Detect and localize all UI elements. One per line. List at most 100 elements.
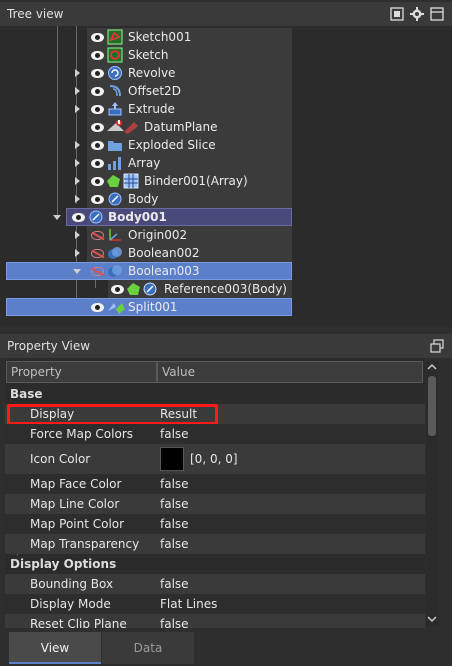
tree-item-revolve[interactable]: Revolve [0,64,292,82]
property-row-map-point-color[interactable]: Map Point Color false [5,514,425,534]
tree-item-sketch[interactable]: Sketch [0,46,292,64]
visibility-icon[interactable] [91,33,104,42]
collapse-arrow-icon[interactable] [53,215,61,220]
sketch-icon [107,29,123,45]
tree-item-label: Reference003(Body) [164,282,287,296]
boolean-icon [108,265,122,277]
property-value: [0, 0, 0] [190,452,238,466]
dock-toggle-icon[interactable] [390,7,404,21]
expand-arrow-icon[interactable] [75,159,80,167]
tree-item-label: Sketch [128,48,169,62]
tree-item-datumplane[interactable]: DatumPlane [0,118,292,136]
visibility-icon[interactable] [91,69,104,78]
collapse-arrow-icon[interactable] [73,269,81,274]
property-value[interactable]: false [160,477,189,491]
property-row-icon-color[interactable]: Icon Color [0, 0, 0] [5,444,425,474]
revolve-icon [108,66,122,80]
scroll-thumb[interactable] [428,376,436,436]
visibility-icon[interactable] [91,303,104,312]
visibility-icon[interactable] [91,159,104,168]
property-value[interactable]: Flat Lines [160,597,217,611]
property-value[interactable]: false [160,617,189,628]
property-scrollbar[interactable] [426,362,438,626]
property-row-map-face-color[interactable]: Map Face Color false [5,474,425,494]
tree-item-label: Offset2D [128,84,181,98]
tree-item-body001[interactable]: Body001 [0,208,292,226]
visibility-icon[interactable] [91,123,104,132]
property-name: Map Transparency [30,537,140,551]
hidden-visibility-icon[interactable] [91,249,104,258]
extrude-icon [108,102,122,116]
property-row-bounding-box[interactable]: Bounding Box false [5,574,425,594]
tree-item-offset2d[interactable]: Offset2D [0,82,292,100]
group-row-display-options[interactable]: Display Options [5,554,425,574]
property-name: Map Face Color [30,477,122,491]
gear-icon[interactable] [410,7,424,21]
tree-item-extrude[interactable]: Extrude [0,100,292,118]
color-swatch[interactable] [160,447,184,471]
tree-item-reference003[interactable]: Reference003(Body) [0,280,292,298]
property-value[interactable]: false [160,427,189,441]
property-row-map-transparency[interactable]: Map Transparency false [5,534,425,554]
group-row-base[interactable]: Base [5,384,425,404]
property-row-reset-clip-plane[interactable]: Reset Clip Plane false [5,614,425,628]
tree-item-split001[interactable]: Split001 [0,298,292,316]
visibility-icon[interactable] [91,177,104,186]
tree-item-label: Extrude [128,102,175,116]
visibility-icon[interactable] [72,213,85,222]
visibility-icon[interactable] [91,51,104,60]
undock-icon[interactable] [430,339,444,353]
tree-item-boolean002[interactable]: Boolean002 [0,244,292,262]
tree-item-binder001[interactable]: Binder001(Array) [0,172,292,190]
tree-view-title: Tree view [7,7,64,21]
property-row-force-map-colors[interactable]: Force Map Colors false [5,424,425,444]
expand-arrow-icon[interactable] [75,69,80,77]
property-view-title: Property View [7,339,91,353]
tree-item-exploded-slice[interactable]: Exploded Slice [0,136,292,154]
datum-plane-icon [107,120,138,134]
visibility-icon[interactable] [91,105,104,114]
property-value[interactable]: false [160,537,189,551]
tree-item-label: Body [128,192,159,206]
expand-arrow-icon[interactable] [75,105,80,113]
property-value[interactable]: false [160,577,189,591]
visibility-icon[interactable] [111,285,124,294]
property-value[interactable]: false [160,497,189,511]
property-name: Display Mode [30,597,111,611]
tree-view[interactable]: Sketch001 Sketch Revolve Offset2D Extrud… [0,26,452,326]
expand-arrow-icon[interactable] [75,195,80,203]
origin-icon [109,229,121,241]
property-row-display-mode[interactable]: Display Mode Flat Lines [5,594,425,614]
expand-arrow-icon[interactable] [75,177,80,185]
property-row-map-line-color[interactable]: Map Line Color false [5,494,425,514]
tree-item-sketch001[interactable]: Sketch001 [0,28,292,46]
tree-item-origin002[interactable]: Origin002 [0,226,292,244]
visibility-icon[interactable] [91,141,104,150]
tree-item-label: Sketch001 [128,30,192,44]
expand-arrow-icon[interactable] [75,231,80,239]
visibility-icon[interactable] [91,87,104,96]
tree-item-label: Boolean003 [128,264,200,278]
visibility-icon[interactable] [91,195,104,204]
float-panel-icon[interactable] [430,7,444,21]
tree-item-boolean003[interactable]: Boolean003 [0,262,292,280]
property-name: Reset Clip Plane [30,617,127,628]
hidden-visibility-icon[interactable] [91,267,104,276]
property-table[interactable]: Property Value Base Display Result Force… [5,358,425,628]
expand-arrow-icon[interactable] [75,87,80,95]
expand-arrow-icon[interactable] [75,141,80,149]
column-header-property[interactable]: Property [6,361,157,383]
scroll-up-icon[interactable] [427,362,437,372]
column-header-value[interactable]: Value [157,361,423,383]
highlight-box [7,404,218,425]
hidden-visibility-icon[interactable] [91,231,104,240]
tree-item-body[interactable]: Body [0,190,292,208]
tab-view[interactable]: View [9,632,101,664]
tree-view-header: Tree view [0,2,452,26]
property-value[interactable]: false [160,517,189,531]
tree-item-array[interactable]: Array [0,154,292,172]
scroll-down-icon[interactable] [427,614,437,624]
expand-arrow-icon[interactable] [75,249,80,257]
tree-item-label: Boolean002 [128,246,200,260]
tab-data[interactable]: Data [102,632,194,664]
